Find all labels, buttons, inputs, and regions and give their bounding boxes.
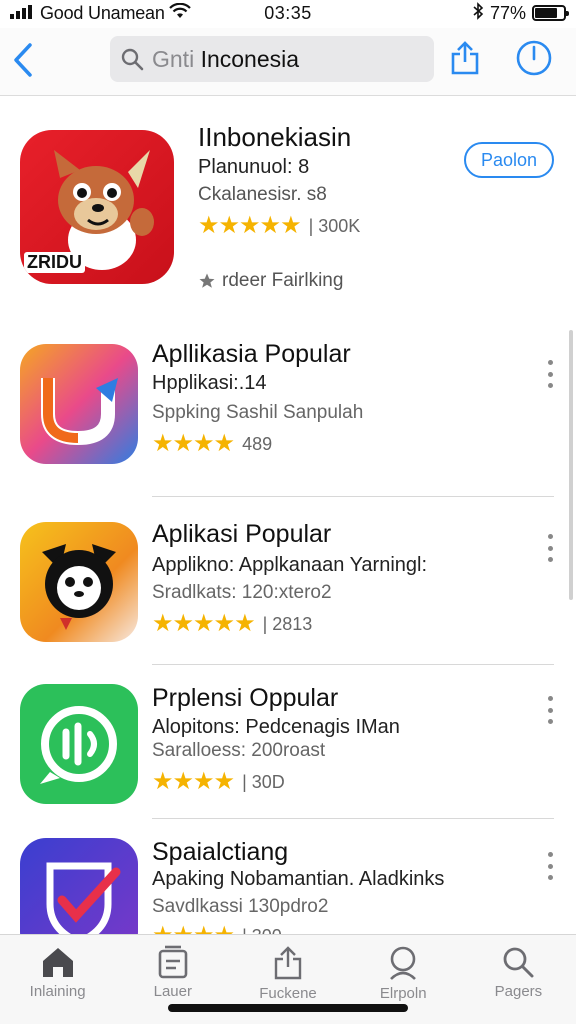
share-icon	[274, 946, 302, 980]
star-rating: ★★★★★	[152, 610, 256, 637]
star-outline-icon	[199, 273, 215, 288]
app-description: Sradlkats: 120:xtero2	[152, 582, 332, 603]
star-rating: ★★★★★	[198, 212, 302, 239]
tab-home[interactable]: Inlaining	[0, 935, 115, 1024]
home-indicator[interactable]	[168, 1004, 408, 1012]
list-item[interactable]: Aplikasi Popular Applikno: Applkanaan Ya…	[0, 508, 576, 668]
app-subtitle: Alopitons: Pedcenagis IMan	[152, 716, 400, 738]
back-button[interactable]	[8, 38, 38, 82]
app-name: Aplikasi Popular	[152, 520, 332, 548]
app-description: Saralloess: 200roast	[152, 740, 326, 761]
divider	[152, 818, 554, 819]
app-rating: ★★★★ | 30D	[152, 770, 285, 794]
featured-app-category: Ckalanesisr. s8	[198, 184, 327, 205]
chevron-left-icon	[14, 43, 32, 77]
scrollbar[interactable]	[569, 330, 573, 600]
app-subtitle: Applikno: Applkanaan Yarningl:	[152, 554, 428, 576]
tab-search[interactable]: Pagers	[461, 935, 576, 1024]
wifi-icon	[168, 2, 191, 24]
rating-count: | 2813	[262, 613, 313, 634]
app-icon[interactable]	[20, 684, 138, 804]
featured-app-subtitle: Planunuol: 8	[198, 156, 310, 178]
app-rating: ★★★★★ | 2813	[152, 612, 312, 636]
signal-icon	[10, 3, 36, 24]
rating-count: | 300K	[308, 215, 361, 236]
rating-count: | 30D	[242, 771, 285, 792]
more-options-button[interactable]	[540, 356, 560, 392]
search-icon	[504, 947, 534, 978]
app-name: Prplensi Oppular	[152, 684, 339, 712]
share-button[interactable]	[448, 38, 482, 78]
app-icon[interactable]	[20, 344, 138, 464]
more-options-button[interactable]	[540, 848, 560, 884]
list-item[interactable]: Prplensi Oppular Alopitons: Pedcenagis I…	[0, 672, 576, 832]
app-subtitle: Apaking Nobamantian. Aladkinks	[152, 868, 445, 890]
bluetooth-icon	[472, 1, 484, 25]
app-description: Sppking Sashil Sanpulah	[152, 402, 364, 423]
battery-level	[535, 8, 557, 18]
star-rating: ★★★★	[152, 430, 235, 457]
featured-icon-text: ZRIDU	[24, 252, 85, 273]
tab-label: Lauer	[153, 983, 192, 1000]
tab-label: Fuckene	[259, 985, 317, 1002]
divider	[152, 496, 554, 497]
app-icon[interactable]	[20, 522, 138, 642]
rating-count: 489	[242, 433, 273, 454]
power-button[interactable]	[514, 38, 554, 78]
search-prefix: Gnti	[152, 45, 195, 72]
more-options-button[interactable]	[540, 692, 560, 728]
divider	[152, 664, 554, 665]
list-item[interactable]: Apllikasia Popular Hpplikasi:.14 Sppking…	[0, 330, 576, 490]
search-icon	[121, 48, 144, 71]
app-description: Savdlkassi 130pdro2	[152, 896, 329, 917]
featured-rating: ★★★★★ | 300K	[198, 214, 360, 238]
get-button[interactable]: Paolon	[464, 142, 554, 178]
search-field[interactable]: Gnti Inconesia	[110, 36, 434, 82]
status-bar: Good Unamean 03:35 77%	[0, 0, 576, 26]
app-name: Spaialctiang	[152, 838, 289, 866]
featured-app-icon[interactable]: ZRIDU	[20, 130, 174, 284]
library-icon	[158, 945, 188, 979]
search-query: Inconesia	[200, 45, 300, 72]
tab-label: Inlaining	[29, 983, 86, 1000]
tab-label: Pagers	[494, 983, 543, 1000]
app-rating: ★★★★ 489	[152, 432, 272, 456]
home-icon	[42, 948, 73, 977]
rank-text: rdeer Fairlking	[222, 270, 344, 291]
search-person-icon	[390, 946, 417, 980]
more-options-button[interactable]	[540, 530, 560, 566]
battery-percent: 77%	[489, 2, 526, 23]
battery-icon	[532, 5, 569, 21]
featured-rank: rdeer Fairlking	[198, 270, 343, 292]
carrier-name: Good Unamean	[40, 2, 165, 23]
star-rating: ★★★★	[152, 768, 235, 795]
search-input[interactable]: Gnti Inconesia	[152, 46, 299, 73]
featured-app-title: IInbonekiasin	[198, 122, 352, 152]
featured-app[interactable]: ZRIDU IInbonekiasin Planunuol: 8 Ckalane…	[0, 100, 576, 320]
power-icon	[516, 40, 552, 76]
nav-bar: Gnti Inconesia	[0, 28, 576, 96]
tab-label: Elrpoln	[379, 985, 427, 1002]
app-subtitle: Hpplikasi:.14	[152, 372, 267, 394]
app-name: Apllikasia Popular	[152, 340, 351, 368]
share-icon	[451, 41, 479, 75]
